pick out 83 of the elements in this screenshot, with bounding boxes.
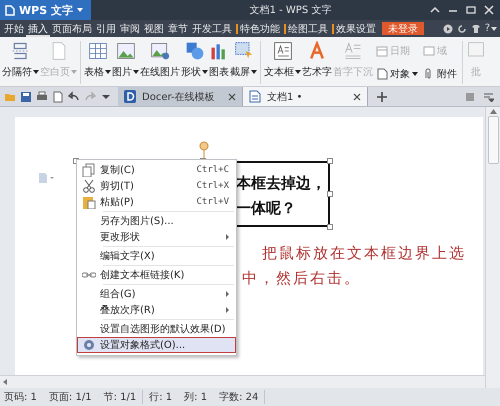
scissors-icon — [82, 179, 96, 193]
help-button[interactable]: ? — [484, 23, 497, 34]
maximize-icon[interactable] — [466, 5, 476, 15]
save-icon[interactable] — [20, 90, 32, 102]
menu-item[interactable]: 叠放次序(R) — [77, 302, 236, 318]
menu-tab[interactable]: 审阅 — [118, 20, 142, 37]
scroll-thumb[interactable] — [488, 116, 498, 164]
table-icon — [88, 41, 108, 61]
document-tab[interactable]: Docer-在线模板 — [118, 87, 243, 106]
tab-menu-icon[interactable] — [483, 92, 494, 102]
document-tab[interactable]: 文档1 • — [243, 87, 368, 106]
ribbon-button[interactable]: 艺术字 — [302, 39, 332, 86]
online-image-icon — [150, 41, 170, 61]
print-icon[interactable] — [36, 90, 48, 102]
menu-item[interactable]: 组合(G) — [77, 286, 236, 302]
scroll-up-icon[interactable] — [490, 109, 496, 114]
paste-icon — [82, 195, 96, 209]
menu-item[interactable]: 剪切(T) Ctrl+X — [77, 178, 236, 194]
menu-item[interactable]: 另存为图片(S)... — [77, 213, 236, 229]
resize-handle[interactable] — [327, 224, 333, 230]
status-field: 节: 1/1 — [104, 390, 144, 404]
document-icon — [5, 4, 15, 16]
document-icon — [249, 90, 261, 103]
ribbon-button[interactable]: 文本框 — [264, 39, 301, 86]
status-field: 页码: 1 — [4, 390, 43, 404]
ribbon-button[interactable]: 图片 — [112, 39, 139, 86]
scroll-left-icon[interactable] — [3, 379, 8, 385]
resize-handle[interactable] — [327, 158, 333, 164]
menu-item[interactable]: 更改形状 — [77, 229, 236, 245]
template-icon — [124, 90, 136, 103]
menu-tab[interactable]: 插入 — [26, 20, 50, 37]
window-title: 文档1 - WPS 文字 — [248, 4, 332, 17]
ribbon-button[interactable]: 分隔符 — [2, 39, 39, 86]
status-field: 列: 1 — [184, 390, 214, 404]
menu-item[interactable]: 设置自选图形的默认效果(D) — [77, 321, 236, 337]
app-menu-button[interactable]: WPS 文字 — [0, 0, 91, 20]
status-field: 页面: 1/1 — [48, 390, 98, 404]
ribbon-button[interactable]: 形状 — [181, 39, 208, 86]
drop-cap-icon — [343, 41, 363, 61]
refresh-icon[interactable] — [456, 24, 467, 34]
copy-icon — [82, 163, 96, 177]
ribbon-button[interactable]: 在线图片 — [140, 39, 180, 86]
format-icon — [82, 338, 96, 352]
menu-tab[interactable]: 效果设置 — [330, 20, 378, 37]
collapse-ribbon-icon[interactable] — [430, 5, 440, 15]
close-icon[interactable] — [228, 92, 236, 100]
object-icon — [376, 68, 388, 80]
menu-item[interactable]: 设置对象格式(O)... — [77, 337, 236, 353]
menu-item[interactable]: 粘贴(P) Ctrl+V — [77, 194, 236, 210]
status-field: 行: 1 — [149, 390, 178, 404]
menu-tab[interactable]: 页面布局 — [50, 20, 94, 37]
ribbon-button[interactable]: 表格 — [84, 39, 111, 86]
menu-item[interactable]: 创建文本框链接(K) — [77, 267, 236, 283]
screenshot-icon — [234, 41, 254, 61]
menu-tab[interactable]: 视图 — [142, 20, 166, 37]
menu-item[interactable]: 编辑文字(X) — [77, 248, 236, 264]
calendar-icon — [376, 44, 388, 57]
paragraph-icon — [38, 173, 54, 183]
menu-tab[interactable]: 开发工具 — [190, 20, 234, 37]
login-button[interactable]: 未登录 — [382, 22, 424, 35]
page-break-icon — [10, 41, 30, 61]
image-icon — [116, 41, 136, 61]
print-preview-icon[interactable] — [52, 90, 64, 102]
status-field: 字数: 24 — [219, 390, 266, 404]
menu-tab[interactable]: 引用 — [94, 20, 118, 37]
resize-handle[interactable] — [327, 191, 333, 197]
annotation-text: 把鼠标放在文本框边界上选中，然后右击。 — [242, 243, 467, 289]
wordart-icon — [307, 41, 327, 61]
shirt-icon[interactable] — [470, 24, 481, 34]
close-icon[interactable] — [353, 92, 361, 100]
ribbon-button[interactable]: 附件 — [422, 65, 458, 84]
menu-tab[interactable]: 绘图工具 — [282, 20, 330, 37]
menu-item[interactable]: 复制(C) Ctrl+C — [77, 162, 236, 178]
menu-tab[interactable]: 章节 — [166, 20, 190, 37]
menu-tab[interactable]: 特色功能 — [234, 20, 282, 37]
ribbon-button[interactable]: 图表 — [209, 39, 229, 86]
add-tab-icon[interactable] — [376, 91, 388, 103]
rotate-handle[interactable] — [199, 141, 209, 161]
ribbon-button[interactable]: 对象 — [375, 65, 419, 84]
shapes-icon — [184, 41, 204, 61]
undo-icon[interactable] — [68, 90, 80, 102]
text-box-icon — [272, 41, 292, 61]
menu-tab[interactable]: 开始 — [2, 20, 26, 37]
